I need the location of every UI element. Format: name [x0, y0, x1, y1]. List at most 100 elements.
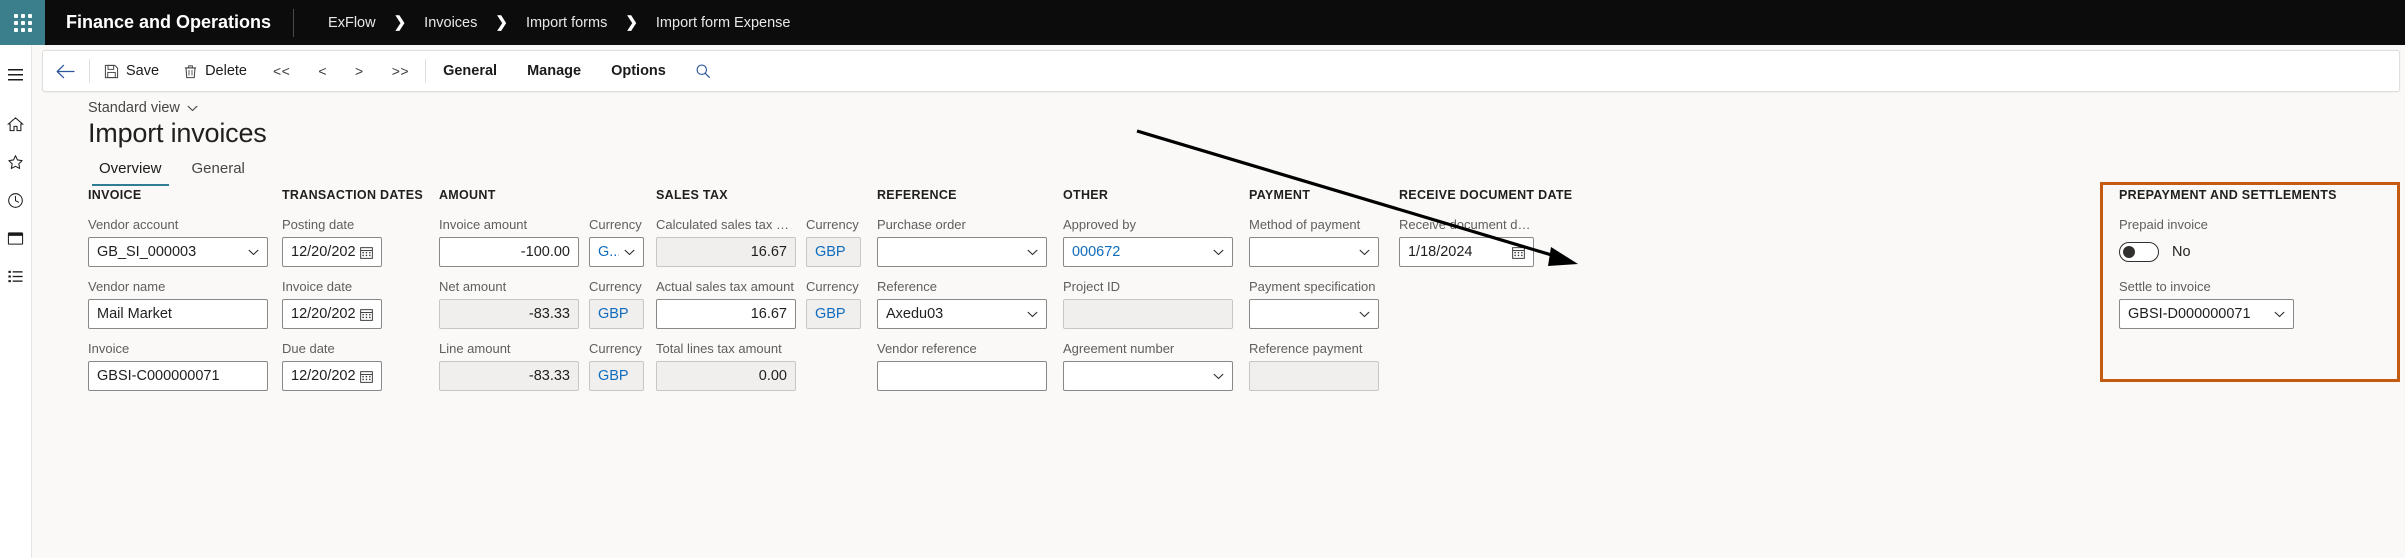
currency-value: GBP	[597, 368, 629, 384]
currency-input: GBP	[805, 299, 861, 329]
calendar-icon[interactable]	[360, 246, 373, 259]
currency-label: Currency	[805, 217, 859, 232]
view-selector[interactable]: Standard view	[88, 100, 198, 116]
tab-manage[interactable]: Manage	[512, 51, 596, 91]
left-navigation-rail	[0, 45, 32, 558]
view-selector-label: Standard view	[88, 100, 180, 116]
nav-first-button[interactable]: <<	[259, 51, 304, 91]
approved-by-value: 000672	[1071, 244, 1121, 260]
group-title	[589, 188, 644, 204]
delete-button[interactable]: Delete	[171, 51, 259, 91]
currency-label: Currency	[805, 279, 859, 294]
tab-general[interactable]: General	[428, 51, 512, 91]
chevron-right-icon: ❯	[495, 14, 508, 31]
breadcrumb-item-invoices[interactable]: Invoices	[422, 15, 479, 31]
net-amount-value: -83.33	[528, 306, 570, 322]
sidebar-item-modules[interactable]	[0, 257, 32, 295]
invoice-date-field: Invoice date 12/20/2023	[282, 279, 423, 329]
calculated-sales-tax-amo-input: 16.67	[655, 237, 796, 267]
vendor-name-label: Vendor name	[88, 279, 166, 294]
vendor-reference-field: Vendor reference	[876, 341, 1047, 391]
waffle-grid-icon	[13, 13, 32, 32]
tab-options[interactable]: Options	[596, 51, 681, 91]
nav-last-button[interactable]: >>	[378, 51, 423, 91]
main-content-area: Save Delete << < > >> General Manage Opt…	[32, 45, 2405, 558]
invoice-input[interactable]: GBSI-C000000071	[88, 361, 268, 391]
breadcrumb-item-import-forms[interactable]: Import forms	[524, 15, 609, 31]
vendor-name-field: Vendor name Mail Market	[88, 279, 268, 329]
waffle-menu-button[interactable]	[0, 0, 45, 45]
currency-label: Currency	[588, 341, 642, 356]
currency-input: GBP	[588, 299, 644, 329]
due-date-value: 12/20/2023	[291, 368, 355, 384]
sidebar-item-recent[interactable]	[0, 181, 32, 219]
vendor-reference-input[interactable]	[876, 361, 1047, 391]
calendar-icon[interactable]	[360, 308, 373, 321]
calendar-icon[interactable]	[1512, 246, 1525, 259]
sidebar-item-home[interactable]	[0, 105, 32, 143]
due-date-label: Due date	[282, 341, 335, 356]
agreement-number-input[interactable]	[1062, 361, 1233, 391]
breadcrumb-item-exflow[interactable]: ExFlow	[326, 15, 378, 31]
actual-sales-tax-amount-input[interactable]: 16.67	[655, 299, 796, 329]
net-amount-label: Net amount	[438, 279, 507, 294]
nav-previous-button[interactable]: <	[304, 51, 341, 91]
action-pane-divider	[425, 59, 427, 83]
line-amount-input: -83.33	[438, 361, 579, 391]
reference-input[interactable]: Axedu03	[876, 299, 1047, 329]
group-title: SALES TAX	[655, 188, 728, 202]
nav-next-button[interactable]: >	[341, 51, 378, 91]
action-pane-divider	[89, 59, 90, 83]
receive-document-date-field: Receive document date 1/18/2024	[1398, 217, 1572, 267]
save-icon	[104, 64, 119, 79]
field-group-invoice: INVOICE Vendor account GB_SI_000003 Vendor …	[88, 188, 268, 403]
purchase-order-input[interactable]	[876, 237, 1047, 267]
sidebar-item-workspaces[interactable]	[0, 219, 32, 257]
group-title: TRANSACTION DATES	[282, 188, 423, 202]
due-date-input[interactable]: 12/20/2023	[282, 361, 382, 391]
invoice-date-input[interactable]: 12/20/2023	[282, 299, 382, 329]
field-group-sales-tax: SALES TAX Calculated sales tax amo... 16.6…	[655, 188, 796, 403]
approved-by-field: Approved by 000672	[1062, 217, 1233, 267]
currency-label: Currency	[588, 279, 642, 294]
tab-general-page[interactable]: General	[181, 155, 256, 186]
approved-by-input[interactable]: 000672	[1062, 237, 1233, 267]
currency-field: Currency G...	[588, 217, 644, 267]
method-of-payment-input[interactable]	[1248, 237, 1379, 267]
invoice-amount-input[interactable]: -100.00	[438, 237, 579, 267]
tab-overview[interactable]: Overview	[88, 155, 173, 186]
purchase-order-label: Purchase order	[876, 217, 966, 232]
calendar-icon[interactable]	[360, 370, 373, 383]
receive-document-date-input[interactable]: 1/18/2024	[1398, 237, 1534, 267]
due-date-field: Due date 12/20/2023	[282, 341, 423, 391]
posting-date-label: Posting date	[282, 217, 355, 232]
payment-specification-input[interactable]	[1248, 299, 1379, 329]
project-id-input	[1062, 299, 1233, 329]
posting-date-field: Posting date 12/20/2023	[282, 217, 423, 267]
breadcrumb-item-import-form-expense[interactable]: Import form Expense	[654, 15, 793, 31]
total-lines-tax-amount-label: Total lines tax amount	[655, 341, 782, 356]
expand-navigation-button[interactable]	[0, 55, 32, 93]
currency-value: GBP	[814, 244, 846, 260]
search-button[interactable]	[681, 51, 725, 91]
vendor-account-input[interactable]: GB_SI_000003	[88, 237, 268, 267]
chevron-down-icon	[1027, 311, 1038, 318]
invoice-value: GBSI-C000000071	[97, 368, 220, 384]
form-field-grid: INVOICE Vendor account GB_SI_000003 Vendor …	[88, 188, 2388, 403]
back-button[interactable]	[43, 51, 87, 91]
reference-field: Reference Axedu03	[876, 279, 1047, 329]
field-group-payment: PAYMENT Method of payment Payment specific…	[1248, 188, 1379, 403]
modules-icon	[8, 270, 23, 282]
currency-value: GBP	[597, 306, 629, 322]
currency-input[interactable]: G...	[588, 237, 644, 267]
vendor-name-input[interactable]: Mail Market	[88, 299, 268, 329]
chevron-right-icon: ❯	[625, 14, 638, 31]
chevron-down-icon	[248, 249, 259, 256]
line-amount-label: Line amount	[438, 341, 511, 356]
reference-payment-input	[1248, 361, 1379, 391]
sidebar-item-favorites[interactable]	[0, 143, 32, 181]
group-title: INVOICE	[88, 188, 142, 202]
purchase-order-field: Purchase order	[876, 217, 1047, 267]
posting-date-input[interactable]: 12/20/2023	[282, 237, 382, 267]
save-button[interactable]: Save	[92, 51, 171, 91]
